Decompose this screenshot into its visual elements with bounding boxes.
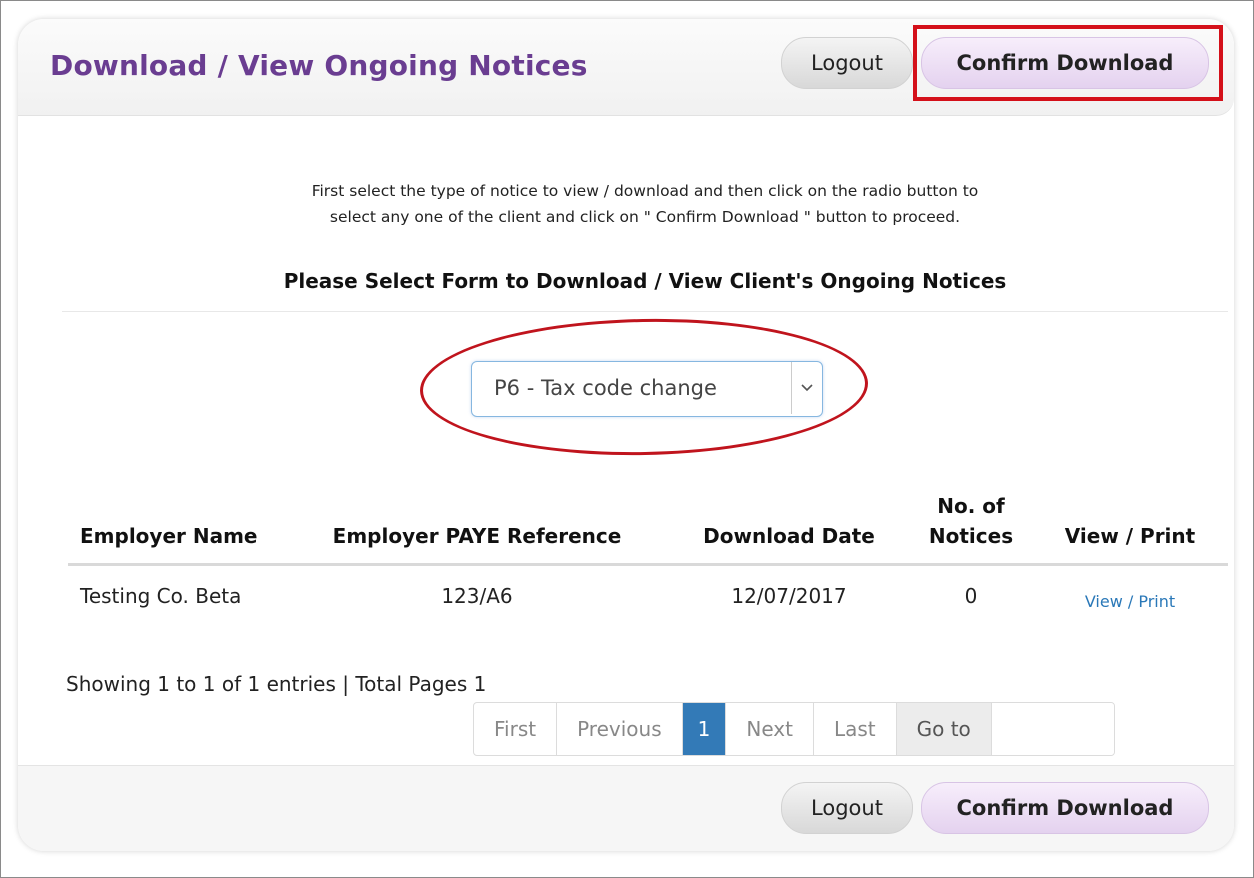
- cell-download-date: 12/07/2017: [731, 584, 847, 608]
- col-no-of-notices: No. of Notices: [910, 485, 1032, 566]
- page-last-button[interactable]: Last: [814, 703, 897, 755]
- col-download-date-label: Download Date: [703, 524, 875, 548]
- view-print-link[interactable]: View / Print: [1085, 592, 1175, 611]
- notices-panel: Download / View Ongoing Notices Logout C…: [18, 19, 1234, 851]
- cell-notices-count: 0: [964, 584, 978, 608]
- notice-type-select[interactable]: P6 - Tax code change: [471, 361, 823, 417]
- goto-page-input[interactable]: [991, 703, 1114, 755]
- chevron-down-icon[interactable]: [791, 362, 822, 414]
- page-next-button[interactable]: Next: [726, 703, 814, 755]
- table-row: Testing Co. Beta 123/A6 12/07/2017 0 Vie…: [68, 565, 1228, 621]
- notice-type-selected-value: P6 - Tax code change: [494, 376, 717, 400]
- page-current-button[interactable]: 1: [682, 703, 727, 755]
- page-first-button[interactable]: First: [474, 703, 558, 755]
- pagination: First Previous 1 Next Last Go to: [473, 702, 1115, 756]
- cell-view-print: View / Print: [1032, 565, 1228, 621]
- col-paye-reference-label: Employer PAYE Reference: [332, 524, 622, 548]
- logout-button[interactable]: Logout: [781, 37, 913, 89]
- divider: [62, 311, 1228, 312]
- instruction-line-2: select any one of the client and click o…: [329, 208, 961, 226]
- col-paye-reference: Employer PAYE Reference: [286, 485, 668, 566]
- form-select-heading: Please Select Form to Download / View Cl…: [283, 269, 1007, 293]
- instruction-line-1: First select the type of notice to view …: [311, 182, 979, 200]
- col-employer-name: Employer Name: [68, 485, 286, 566]
- goto-label: Go to: [896, 703, 992, 755]
- entries-summary: Showing 1 to 1 of 1 entries | Total Page…: [66, 672, 487, 696]
- panel-footer: Logout Confirm Download: [18, 765, 1234, 851]
- col-employer-name-label: Employer Name: [80, 524, 258, 548]
- col-view-print-label: View / Print: [1064, 524, 1196, 548]
- footer-logout-button[interactable]: Logout: [781, 782, 913, 834]
- cell-employer-name: Testing Co. Beta: [80, 584, 242, 608]
- highlight-box: [913, 25, 1223, 101]
- page-previous-button[interactable]: Previous: [557, 703, 683, 755]
- col-download-date: Download Date: [668, 485, 910, 566]
- notices-table: Employer Name Employer PAYE Reference Do…: [68, 485, 1228, 620]
- footer-confirm-download-button[interactable]: Confirm Download: [921, 782, 1209, 834]
- table-header-row: Employer Name Employer PAYE Reference Do…: [68, 485, 1228, 566]
- page-title: Download / View Ongoing Notices: [50, 49, 588, 82]
- col-view-print: View / Print: [1032, 485, 1228, 566]
- col-no-of-notices-label-1: No. of: [937, 494, 1005, 518]
- col-no-of-notices-label-2: Notices: [928, 524, 1014, 548]
- screenshot-frame: Download / View Ongoing Notices Logout C…: [0, 0, 1254, 878]
- cell-paye-reference: 123/A6: [441, 584, 513, 608]
